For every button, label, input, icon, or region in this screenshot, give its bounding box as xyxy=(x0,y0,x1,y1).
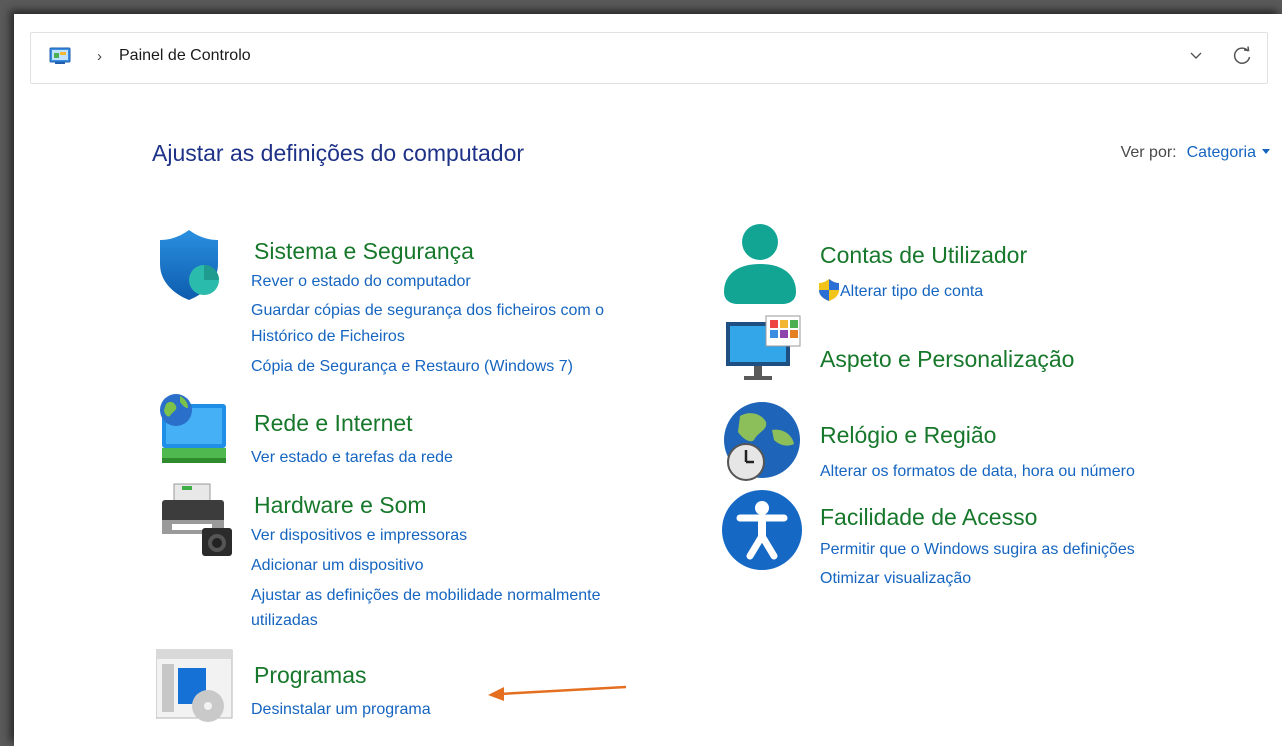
refresh-icon[interactable] xyxy=(1231,45,1253,67)
link-mobility-settings-cont[interactable]: utilizadas xyxy=(251,607,318,634)
arrow-annotation-icon xyxy=(488,685,627,701)
link-add-device[interactable]: Adicionar um dispositivo xyxy=(251,552,424,579)
page-title: Ajustar as definições do computador xyxy=(152,140,525,166)
breadcrumb[interactable]: Painel de Controlo xyxy=(119,47,251,65)
address-bar[interactable]: › Painel de Controlo xyxy=(30,32,1268,84)
link-change-account-type[interactable]: Alterar tipo de conta xyxy=(840,278,983,305)
uac-shield-icon xyxy=(819,279,839,301)
network-icon xyxy=(160,394,226,463)
link-mobility-settings[interactable]: Ajustar as definições de mobilidade norm… xyxy=(251,582,601,609)
link-file-history-backup[interactable]: Guardar cópias de segurança dos ficheiro… xyxy=(251,297,604,324)
link-review-computer-status[interactable]: Rever o estado do computador xyxy=(251,268,471,295)
control-panel-window: › Painel de Controlo Ajustar as definiçõ… xyxy=(14,14,1282,746)
category-title-network[interactable]: Rede e Internet xyxy=(254,410,413,437)
link-optimize-display[interactable]: Otimizar visualização xyxy=(820,565,971,592)
programs-icon xyxy=(156,649,233,722)
view-by: Ver por: Categoria xyxy=(1121,144,1270,162)
link-backup-restore[interactable]: Cópia de Segurança e Restauro (Windows 7… xyxy=(251,353,573,380)
category-title-appearance[interactable]: Aspeto e Personalização xyxy=(820,346,1074,373)
link-date-time-formats[interactable]: Alterar os formatos de data, hora ou núm… xyxy=(820,458,1135,485)
category-title-user-accounts[interactable]: Contas de Utilizador xyxy=(820,242,1027,269)
link-devices-printers[interactable]: Ver dispositivos e impressoras xyxy=(251,522,467,549)
monitor-icon xyxy=(726,315,801,380)
control-panel-icon xyxy=(49,47,71,64)
globe-clock-icon xyxy=(724,402,800,481)
view-by-dropdown[interactable]: Categoria xyxy=(1187,144,1256,161)
caret-down-icon[interactable] xyxy=(1262,149,1270,154)
link-file-history-backup-cont[interactable]: Histórico de Ficheiros xyxy=(251,323,405,350)
user-icon xyxy=(724,224,796,304)
category-title-hardware[interactable]: Hardware e Som xyxy=(254,492,427,519)
shield-icon xyxy=(160,230,219,300)
chevron-down-icon[interactable] xyxy=(1189,51,1203,61)
category-title-ease-access[interactable]: Facilidade de Acesso xyxy=(820,504,1037,531)
accessibility-icon xyxy=(722,490,802,570)
category-title-programs[interactable]: Programas xyxy=(254,662,366,689)
view-by-label: Ver por: xyxy=(1120,144,1177,161)
printer-icon xyxy=(162,483,232,556)
link-uninstall-program[interactable]: Desinstalar um programa xyxy=(251,696,431,723)
chevron-right-icon: › xyxy=(97,48,102,65)
category-title-system-security[interactable]: Sistema e Segurança xyxy=(254,238,474,265)
link-windows-suggest-settings[interactable]: Permitir que o Windows sugira as definiç… xyxy=(820,536,1135,563)
link-network-status[interactable]: Ver estado e tarefas da rede xyxy=(251,444,453,471)
category-title-clock-region[interactable]: Relógio e Região xyxy=(820,422,996,449)
